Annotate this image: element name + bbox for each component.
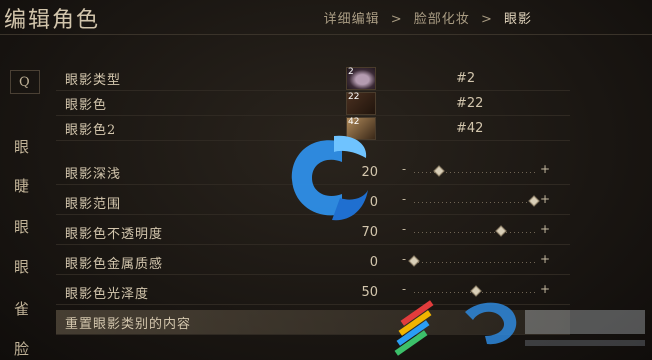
sidebar-item[interactable]: 雀 [14,298,29,319]
sidebar: Q 眼 睫 眼 眼 雀 脸 [0,58,44,360]
row-label: 重置眼影类别的内容 [65,316,192,332]
plus-icon[interactable]: + [540,162,550,176]
slider-thumb[interactable] [495,225,507,237]
slider-track[interactable] [414,202,538,203]
slider-track[interactable] [414,262,538,263]
watermark-brand-icon [394,300,645,356]
row-eyeshadow-color[interactable]: 眼影色 22 #22 [56,91,570,116]
eyeshadow-opacity-slider[interactable]: - + [400,222,550,239]
slider-track[interactable] [414,232,538,233]
minus-icon[interactable]: - [402,252,406,266]
breadcrumb-separator: > [390,12,403,27]
slider-thumb[interactable] [528,195,540,207]
row-eyeshadow-metallic: 眼影色金属质感 0 - + [56,250,570,275]
sidebar-item[interactable]: 睫 [14,175,29,196]
slider-value: 0 [369,254,378,270]
eyeshadow-metallic-slider[interactable]: - + [400,252,550,269]
header-divider [0,34,652,35]
search-icon[interactable]: Q [10,70,40,94]
slider-track[interactable] [414,172,538,173]
plus-icon[interactable]: + [540,252,550,266]
page-title: 编辑角色 [4,8,101,33]
row-label: 眼影范围 [65,196,122,212]
sidebar-item[interactable]: 眼 [14,136,29,157]
row-label: 眼影色 [65,97,108,113]
eyeshadow-type-thumbnail[interactable]: 2 [346,67,376,90]
row-label: 眼影色光泽度 [65,286,150,302]
sidebar-item[interactable]: 眼 [14,216,29,237]
plus-icon[interactable]: + [540,192,550,206]
breadcrumb: 详细编辑 > 脸部化妆 > 眼影 [324,8,532,27]
breadcrumb-current: 眼影 [503,12,532,27]
minus-icon[interactable]: - [402,192,406,206]
breadcrumb-item[interactable]: 详细编辑 [324,12,380,27]
row-label: 眼影色不透明度 [65,226,164,242]
eyeshadow-depth-slider[interactable]: - + [400,162,550,179]
sidebar-item[interactable]: 眼 [14,256,29,277]
row-label: 眼影色金属质感 [65,256,164,272]
row-value: #2 [456,70,476,86]
breadcrumb-separator: > [480,12,493,27]
slider-thumb[interactable] [408,255,420,267]
slider-value: 50 [361,284,378,300]
eyeshadow-range-slider[interactable]: - + [400,192,550,209]
slider-thumb[interactable] [433,165,445,177]
row-label: 眼影色2 [65,122,117,138]
minus-icon[interactable]: - [402,162,406,176]
watermark-logo-icon [291,135,368,221]
row-label: 眼影深浅 [65,166,122,182]
sidebar-item[interactable]: 脸 [14,338,29,359]
row-value: #22 [456,95,484,111]
row-eyeshadow-type[interactable]: 眼影类型 2 #2 [56,66,570,91]
row-label: 眼影类型 [65,72,122,88]
row-value: #42 [456,120,484,136]
breadcrumb-item[interactable]: 脸部化妆 [414,12,470,27]
eyeshadow-color-swatch[interactable]: 22 [346,92,376,115]
plus-icon[interactable]: + [540,222,550,236]
minus-icon[interactable]: - [402,222,406,236]
